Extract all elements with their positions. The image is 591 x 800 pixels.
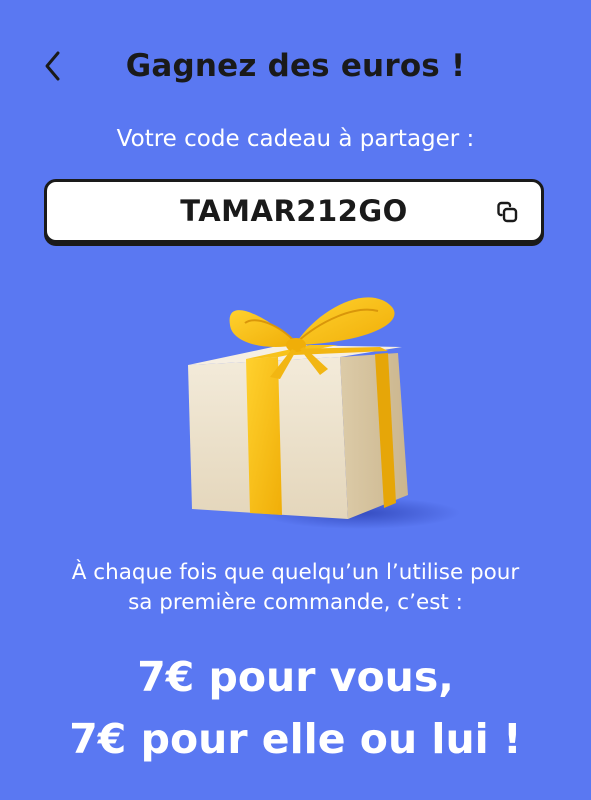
header: Gagnez des euros !	[0, 0, 591, 120]
copy-icon	[497, 201, 518, 223]
promo-line-2: 7€ pour elle ou lui !	[69, 715, 522, 763]
promo-headline: 7€ pour vous, 7€ pour elle ou lui !	[0, 646, 591, 770]
code-label: Votre code cadeau à partager :	[116, 126, 475, 152]
promo-line-1: 7€ pour vous,	[137, 653, 454, 701]
description-line-1: À chaque fois que quelqu’un l’utilise po…	[71, 560, 520, 585]
description: À chaque fois que quelqu’un l’utilise po…	[0, 558, 591, 618]
description-line-2: sa première commande, c’est :	[128, 590, 463, 615]
page-title: Gagnez des euros !	[125, 48, 466, 84]
gift-code-value: TAMAR212GO	[180, 194, 408, 228]
copy-button[interactable]	[495, 200, 521, 226]
gift-code-field[interactable]: TAMAR212GO	[44, 179, 544, 243]
gift-illustration	[170, 285, 460, 535]
gift-box-icon	[188, 297, 460, 529]
